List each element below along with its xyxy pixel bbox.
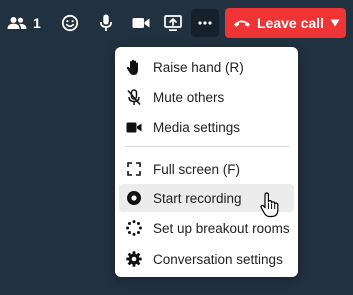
mic-off-icon	[125, 88, 143, 106]
record-icon	[125, 189, 143, 207]
more-actions-menu: Raise hand (R) Mute others Media setting…	[115, 47, 298, 277]
participants-count: 1	[33, 15, 41, 31]
emoji-icon	[61, 14, 79, 32]
share-screen-button[interactable]	[160, 8, 186, 38]
caret-down-icon[interactable]	[330, 19, 340, 27]
menu-item-media-settings[interactable]: Media settings	[119, 113, 294, 141]
microphone-button[interactable]	[94, 8, 118, 38]
menu-item-full-screen[interactable]: Full screen (F)	[119, 155, 294, 183]
menu-divider	[125, 146, 289, 147]
more-actions-button[interactable]	[191, 9, 219, 37]
menu-item-label: Raise hand (R)	[153, 59, 244, 75]
menu-item-breakout-rooms[interactable]: Set up breakout rooms	[119, 214, 294, 242]
leave-call-label: Leave call	[257, 15, 324, 31]
breakout-rooms-icon	[125, 219, 143, 237]
menu-item-label: Mute others	[153, 89, 225, 105]
menu-item-label: Conversation settings	[153, 251, 283, 267]
share-screen-icon	[164, 14, 182, 32]
hand-icon	[125, 58, 143, 76]
camera-button[interactable]	[128, 8, 154, 38]
video-camera-icon	[125, 118, 143, 136]
menu-item-raise-hand[interactable]: Raise hand (R)	[119, 53, 294, 81]
leave-call-button[interactable]: Leave call	[225, 8, 346, 38]
video-camera-icon	[132, 16, 150, 30]
fullscreen-icon	[125, 160, 143, 178]
menu-item-label: Media settings	[153, 119, 241, 135]
participants-icon	[7, 16, 27, 30]
menu-item-label: Start recording	[153, 190, 242, 206]
hand-pointer-cursor-icon	[259, 192, 281, 218]
menu-item-label: Full screen (F)	[153, 161, 241, 177]
phone-hangup-icon	[233, 18, 251, 28]
gear-icon	[125, 250, 143, 268]
microphone-icon	[99, 14, 113, 32]
menu-item-label: Set up breakout rooms	[153, 220, 290, 236]
menu-item-conversation-settings[interactable]: Conversation settings	[119, 245, 294, 273]
more-horizontal-icon	[198, 21, 212, 25]
call-toolbar: 1 Leave call	[0, 0, 353, 46]
menu-item-mute-others[interactable]: Mute others	[119, 83, 294, 111]
participants-button[interactable]: 1	[7, 8, 47, 38]
reactions-button[interactable]	[57, 8, 83, 38]
